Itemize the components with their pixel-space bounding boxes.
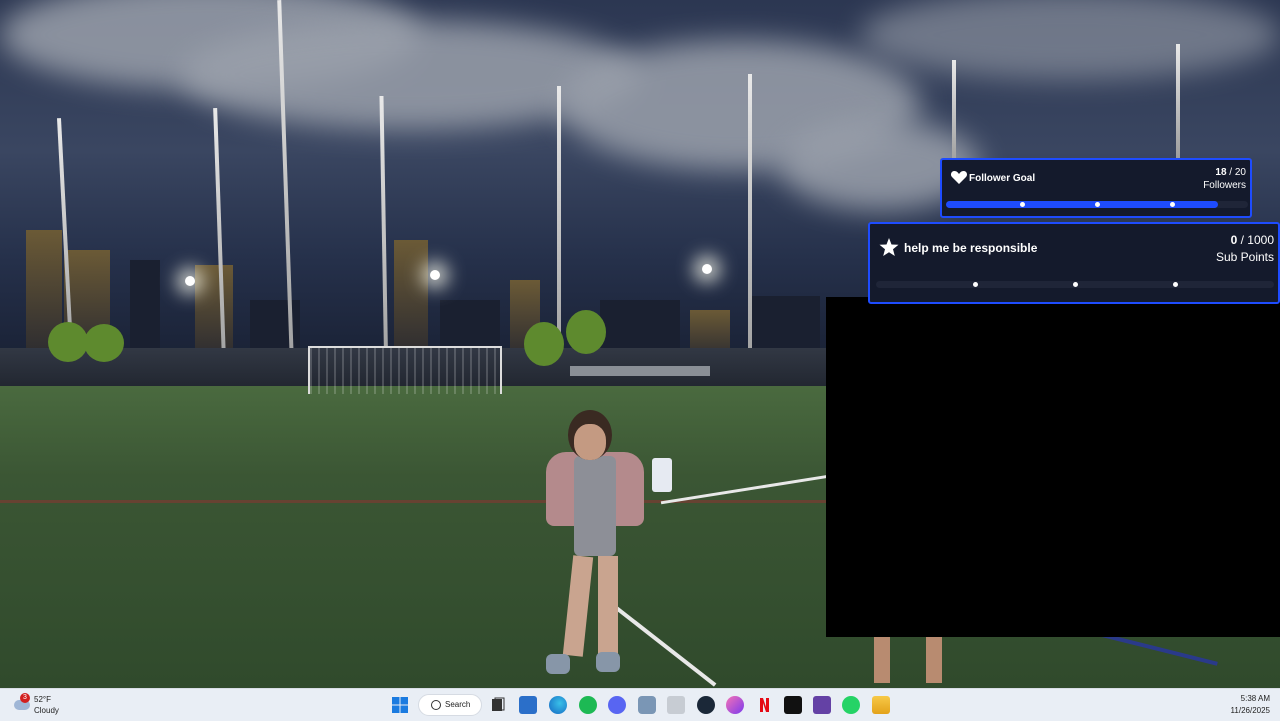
heart-hands-icon bbox=[950, 171, 968, 184]
weather-temperature: 52°F bbox=[34, 695, 51, 704]
weather-condition: Cloudy bbox=[34, 706, 59, 715]
follower-goal-progress-bar bbox=[946, 201, 1248, 208]
spotify-icon[interactable] bbox=[579, 696, 597, 714]
soccer-goal bbox=[308, 346, 502, 394]
sub-goal-count: 0 / 1000 Sub Points bbox=[1216, 232, 1274, 266]
star-icon bbox=[879, 238, 899, 256]
bench bbox=[570, 366, 710, 376]
search-label: Search bbox=[445, 700, 471, 709]
discord-icon[interactable] bbox=[608, 696, 626, 714]
taskbar: 3 52°F Cloudy Search 5:38 AM 11/26/2025 bbox=[0, 688, 1280, 721]
sub-goal-separator: / bbox=[1237, 233, 1248, 247]
follower-goal-unit: Followers bbox=[1203, 180, 1246, 191]
steam-icon[interactable] bbox=[697, 696, 715, 714]
city-skyline bbox=[0, 230, 830, 360]
follower-goal-separator: / bbox=[1226, 167, 1235, 178]
clock-time: 5:38 AM bbox=[1240, 694, 1270, 703]
file-explorer-icon[interactable] bbox=[872, 696, 890, 714]
system-clock[interactable]: 5:38 AM 11/26/2025 bbox=[1231, 693, 1270, 717]
whatsapp-icon[interactable] bbox=[842, 696, 860, 714]
app-icon[interactable] bbox=[667, 696, 685, 714]
follower-goal-widget: Follower Goal 18 / 20 Followers bbox=[940, 158, 1252, 218]
sub-goal-progress-bar bbox=[876, 281, 1274, 288]
sub-goal-target: 1000 bbox=[1247, 233, 1274, 247]
twitch-icon[interactable] bbox=[813, 696, 831, 714]
weather-alert-badge: 3 bbox=[20, 693, 30, 703]
clock-date: 11/26/2025 bbox=[1230, 706, 1270, 715]
edge-icon[interactable] bbox=[549, 696, 567, 714]
blank-overlay-panel bbox=[826, 297, 1280, 637]
netflix-icon[interactable] bbox=[755, 696, 773, 714]
microsoft-store-icon[interactable] bbox=[519, 696, 537, 714]
follower-goal-current: 18 bbox=[1215, 167, 1227, 178]
itunes-icon[interactable] bbox=[726, 696, 744, 714]
follower-goal-target: 20 bbox=[1234, 167, 1246, 178]
follower-goal-title: Follower Goal bbox=[969, 173, 1036, 184]
task-view-icon[interactable] bbox=[489, 696, 507, 714]
sub-goal-unit: Sub Points bbox=[1215, 250, 1274, 264]
sub-goal-title: help me be responsible bbox=[904, 241, 1038, 255]
windows-start-icon[interactable] bbox=[391, 696, 409, 714]
follower-goal-progress-fill bbox=[946, 201, 1218, 208]
capcut-icon[interactable] bbox=[784, 696, 802, 714]
search-icon bbox=[431, 700, 441, 710]
weather-widget[interactable]: 3 52°F Cloudy bbox=[14, 692, 84, 718]
person-legs bbox=[870, 637, 950, 687]
obs-icon[interactable] bbox=[638, 696, 656, 714]
sub-goal-widget: help me be responsible 0 / 1000 Sub Poin… bbox=[868, 222, 1280, 304]
follower-goal-count: 18 / 20 Followers bbox=[1203, 166, 1246, 192]
taskbar-search[interactable]: Search bbox=[418, 694, 482, 716]
child-figure bbox=[540, 410, 672, 678]
